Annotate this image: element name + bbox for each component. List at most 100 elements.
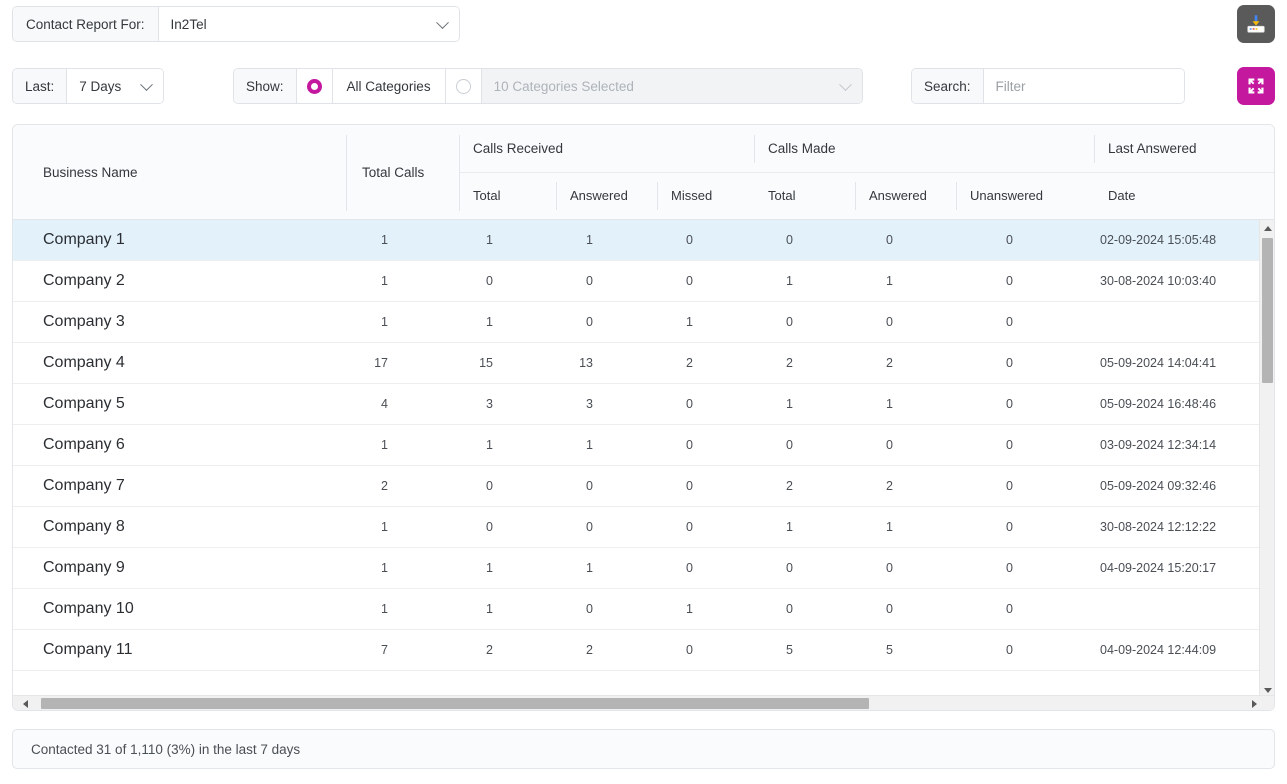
scroll-up-arrow-icon[interactable] <box>1260 220 1274 236</box>
cell-recv-answered: 1 <box>586 561 593 575</box>
vertical-scrollbar[interactable] <box>1259 220 1274 698</box>
expand-fullscreen-button[interactable] <box>1237 67 1275 105</box>
show-categories-control: Show: All Categories 10 Categories Selec… <box>233 68 863 104</box>
scroll-right-arrow-icon[interactable] <box>1246 696 1262 710</box>
column-header-received-missed[interactable]: Missed <box>657 172 754 219</box>
contact-report-dropdown[interactable]: In2Tel <box>158 7 459 41</box>
vertical-scroll-thumb[interactable] <box>1262 238 1273 383</box>
search-input[interactable] <box>983 69 1184 103</box>
column-header-received-total[interactable]: Total <box>459 172 556 219</box>
horizontal-scrollbar[interactable] <box>13 695 1274 710</box>
cell-recv-total: 0 <box>486 274 493 288</box>
cell-recv-missed: 0 <box>686 438 693 452</box>
table-header: Business Name Total Calls Calls Received… <box>13 125 1274 220</box>
horizontal-scroll-thumb[interactable] <box>41 698 869 709</box>
column-header-date[interactable]: Date <box>1094 172 1274 219</box>
cell-last-answered-date: 05-09-2024 14:04:41 <box>1100 356 1217 370</box>
cell-made-unanswered: 0 <box>1006 274 1013 288</box>
cell-recv-answered: 0 <box>586 602 593 616</box>
radio-selected-categories[interactable] <box>445 69 482 103</box>
cell-business-name: Company 5 <box>43 395 125 412</box>
last-period-control[interactable]: Last: 7 Days <box>12 68 165 104</box>
group-header-last-answered: Last Answered <box>1108 141 1197 156</box>
cell-business-name: Company 3 <box>43 313 125 330</box>
table-row[interactable]: Company 10 1 1 0 1 0 0 0 <box>13 589 1274 630</box>
cell-last-answered-date: 30-08-2024 12:12:22 <box>1100 520 1217 534</box>
contact-report-label: Contact Report For: <box>13 7 159 41</box>
cell-last-answered-date: 03-09-2024 12:34:14 <box>1100 438 1217 452</box>
cell-made-total: 0 <box>786 315 793 329</box>
categories-value: 10 Categories Selected <box>493 78 634 94</box>
cell-business-name: Company 11 <box>43 641 133 658</box>
column-header-business-name[interactable]: Business Name <box>13 125 346 219</box>
table-row[interactable]: Company 3 1 1 0 1 0 0 0 <box>13 302 1274 343</box>
contact-report-table: Business Name Total Calls Calls Received… <box>12 124 1275 711</box>
table-row[interactable]: Company 4 17 15 13 2 2 2 0 05-09-2024 14:04:41 <box>13 343 1274 384</box>
cell-recv-missed: 1 <box>686 602 693 616</box>
table-row[interactable]: Company 9 1 1 1 0 0 0 0 04-09-2024 15:20:17 <box>13 548 1274 589</box>
cell-recv-total: 15 <box>479 356 493 370</box>
cell-recv-answered: 0 <box>586 315 593 329</box>
categories-dropdown[interactable]: 10 Categories Selected <box>481 69 862 103</box>
radio-all-categories[interactable] <box>296 69 333 103</box>
column-header-made-unanswered[interactable]: Unanswered <box>956 172 1094 219</box>
cell-made-total: 0 <box>786 438 793 452</box>
cell-business-name: Company 6 <box>43 436 125 453</box>
contact-report-selector[interactable]: Contact Report For: In2Tel <box>12 6 460 42</box>
cell-made-total: 2 <box>786 356 793 370</box>
cell-made-answered: 0 <box>886 602 893 616</box>
table-row[interactable]: Company 5 4 3 3 0 1 1 0 05-09-2024 16:48:46 <box>13 384 1274 425</box>
cell-made-answered: 5 <box>886 643 893 657</box>
cell-made-unanswered: 0 <box>1006 602 1013 616</box>
search-control: Search: <box>911 68 1185 104</box>
table-body: Company 1 1 1 1 0 0 0 0 02-09-2024 15:05:48 Compa… <box>13 220 1274 698</box>
cell-recv-answered: 0 <box>586 274 593 288</box>
cell-last-answered-date: 04-09-2024 15:20:17 <box>1100 561 1217 575</box>
cell-made-unanswered: 0 <box>1006 438 1013 452</box>
cell-recv-answered: 3 <box>586 397 593 411</box>
cell-total-calls: 2 <box>381 479 388 493</box>
table-row[interactable]: Company 2 1 0 0 0 1 1 0 30-08-2024 10:03:40 <box>13 261 1274 302</box>
table-row[interactable]: Company 11 7 2 2 0 5 5 0 04-09-2024 12:44:09 <box>13 630 1274 671</box>
all-categories-label[interactable]: All Categories <box>332 69 446 103</box>
cell-recv-missed: 0 <box>686 520 693 534</box>
cell-business-name: Company 2 <box>43 272 125 289</box>
table-row[interactable]: Company 7 2 0 0 0 2 2 0 05-09-2024 09:32:46 <box>13 466 1274 507</box>
cell-made-unanswered: 0 <box>1006 397 1013 411</box>
scroll-left-arrow-icon[interactable] <box>17 696 33 710</box>
last-label: Last: <box>13 69 68 103</box>
cell-made-answered: 0 <box>886 438 893 452</box>
cell-recv-missed: 0 <box>686 233 693 247</box>
cell-total-calls: 7 <box>381 643 388 657</box>
cell-recv-missed: 0 <box>686 397 693 411</box>
cell-last-answered-date: 04-09-2024 12:44:09 <box>1100 643 1217 657</box>
cell-total-calls: 17 <box>374 356 388 370</box>
download-icon <box>1247 15 1265 33</box>
cell-recv-missed: 0 <box>686 274 693 288</box>
cell-made-answered: 2 <box>886 479 893 493</box>
cell-made-unanswered: 0 <box>1006 233 1013 247</box>
table-row[interactable]: Company 6 1 1 1 0 0 0 0 03-09-2024 12:34:14 <box>13 425 1274 466</box>
column-header-made-answered[interactable]: Answered <box>855 172 956 219</box>
cell-made-total: 1 <box>786 520 793 534</box>
cell-business-name: Company 9 <box>43 559 125 576</box>
cell-recv-total: 0 <box>486 520 493 534</box>
table-row[interactable]: Company 1 1 1 1 0 0 0 0 02-09-2024 15:05:48 <box>13 220 1274 261</box>
cell-recv-missed: 0 <box>686 479 693 493</box>
cell-recv-answered: 2 <box>586 643 593 657</box>
cell-made-total: 5 <box>786 643 793 657</box>
column-header-received-answered[interactable]: Answered <box>556 172 657 219</box>
group-header-calls-made: Calls Made <box>768 141 836 156</box>
cell-made-unanswered: 0 <box>1006 561 1013 575</box>
last-period-dropdown[interactable]: 7 Days <box>67 69 164 103</box>
column-header-total-calls[interactable]: Total Calls <box>346 125 459 219</box>
column-header-made-total[interactable]: Total <box>754 172 855 219</box>
download-button[interactable] <box>1237 5 1275 43</box>
cell-business-name: Company 4 <box>43 354 125 371</box>
cell-recv-total: 3 <box>486 397 493 411</box>
cell-recv-total: 1 <box>486 602 493 616</box>
table-row[interactable]: Company 8 1 0 0 0 1 1 0 30-08-2024 12:12:22 <box>13 507 1274 548</box>
cell-total-calls: 1 <box>381 438 388 452</box>
cell-recv-total: 1 <box>486 561 493 575</box>
cell-recv-missed: 2 <box>686 356 693 370</box>
